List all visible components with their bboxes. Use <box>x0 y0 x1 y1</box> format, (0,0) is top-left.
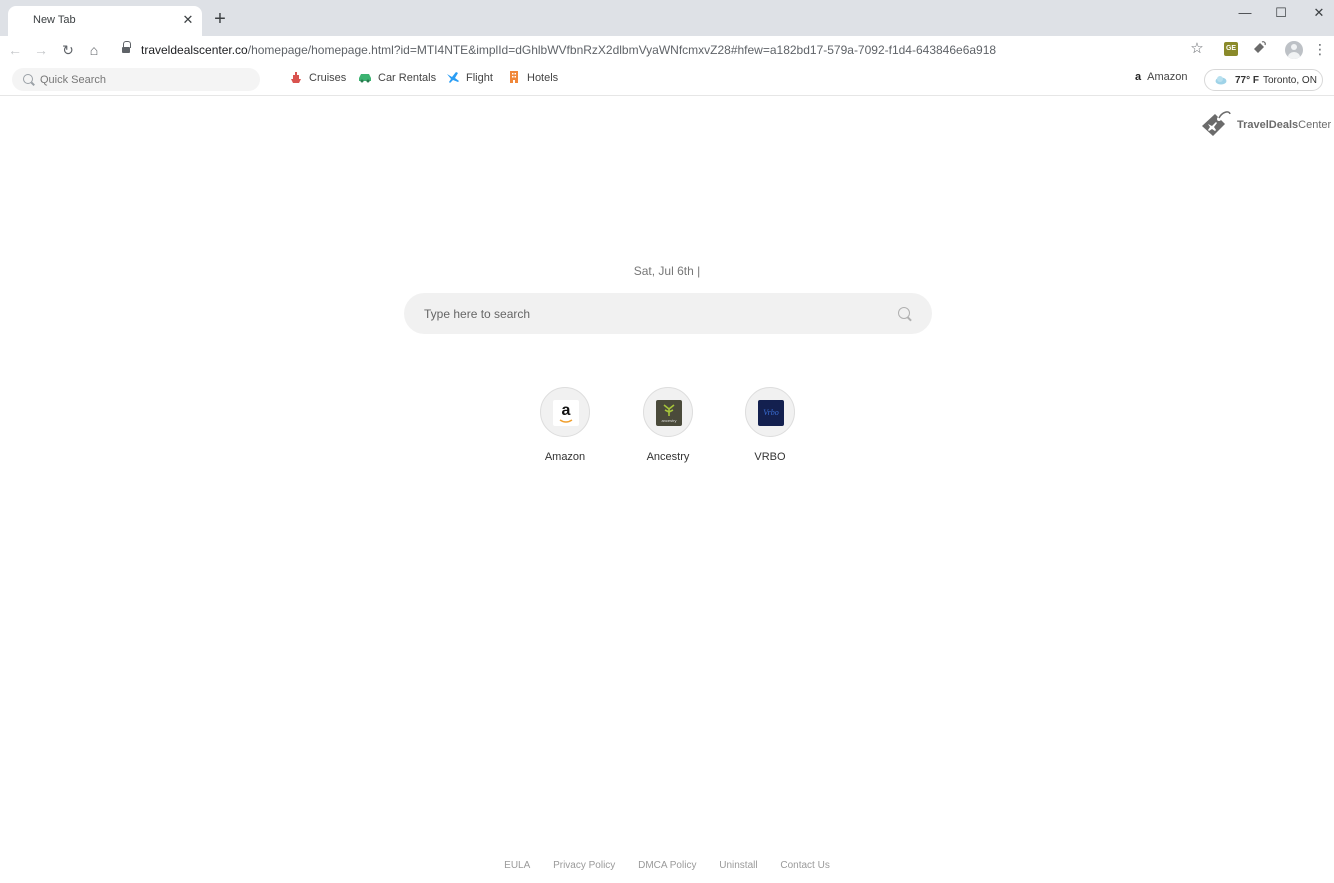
cruise-ship-icon <box>289 70 303 84</box>
travel-tag-icon <box>1199 108 1233 142</box>
hotels-link[interactable]: Hotels <box>507 71 558 89</box>
brand-name: TravelDealsCenter <box>1237 119 1331 131</box>
main-search-box[interactable] <box>404 293 932 334</box>
main-search-input[interactable] <box>424 303 884 325</box>
ancestry-tile[interactable]: ancestry Ancestry <box>623 387 713 467</box>
browser-tab[interactable]: New Tab ✕ <box>8 6 202 36</box>
vrbo-tile-circle[interactable]: Vrbo <box>745 387 795 437</box>
amazon-icon: a <box>1135 71 1142 83</box>
cruises-label: Cruises <box>309 72 347 84</box>
close-window-icon[interactable]: ✕ <box>1306 4 1332 22</box>
extension-toolbar: Cruises Car Rentals Flight Hotels a Amazo… <box>0 64 1334 96</box>
flight-link[interactable]: Flight <box>446 71 493 89</box>
amazon-logo-icon: a <box>553 400 579 426</box>
flight-label: Flight <box>466 72 493 84</box>
weather-temperature: 77° F <box>1235 75 1260 86</box>
extension-icon[interactable]: GE <box>1224 42 1238 56</box>
forward-icon[interactable]: → <box>31 40 51 60</box>
tab-title: New Tab <box>33 14 76 26</box>
lock-icon[interactable] <box>122 41 131 54</box>
cruises-link[interactable]: Cruises <box>289 71 346 89</box>
tab-strip: New Tab ✕ + — ☐ ✕ <box>0 0 1334 36</box>
privacy-policy-link[interactable]: Privacy Policy <box>553 860 615 871</box>
brand-name-rest: Center <box>1298 119 1332 131</box>
hotels-label: Hotels <box>527 72 559 84</box>
url-path: /homepage/homepage.html?id=MTI4NTE&implI… <box>247 43 997 57</box>
quick-search-box[interactable] <box>12 68 260 91</box>
amazon-tile-label: Amazon <box>544 451 586 463</box>
car-rentals-label: Car Rentals <box>378 72 437 84</box>
weather-cloud-icon <box>1215 75 1227 85</box>
current-date: Sat, Jul 6th | <box>633 264 701 278</box>
close-tab-icon[interactable]: ✕ <box>180 12 196 28</box>
amazon-link[interactable]: a Amazon <box>1135 71 1187 83</box>
weather-widget[interactable]: 77° F Toronto, ON <box>1204 69 1323 91</box>
uninstall-link[interactable]: Uninstall <box>719 860 757 871</box>
car-icon <box>358 70 372 84</box>
url-text: traveldealscenter.co/homepage/homepage.h… <box>141 43 996 57</box>
vrbo-tile[interactable]: Vrbo VRBO <box>725 387 815 467</box>
new-tab-icon[interactable]: + <box>210 9 230 29</box>
airplane-icon <box>446 70 460 84</box>
address-bar[interactable]: traveldealscenter.co/homepage/homepage.h… <box>112 38 1212 62</box>
amazon-tile-circle[interactable]: a <box>540 387 590 437</box>
vrbo-tile-label: VRBO <box>754 451 786 463</box>
home-icon[interactable]: ⌂ <box>84 40 104 60</box>
hotel-icon <box>507 70 521 84</box>
vrbo-logo-text: Vrbo <box>763 408 779 417</box>
travel-extension-icon[interactable] <box>1250 40 1268 58</box>
weather-location: Toronto, ON <box>1263 75 1317 86</box>
minimize-icon[interactable]: — <box>1232 4 1258 22</box>
main-search-icon[interactable] <box>898 307 910 319</box>
brand-logo: TravelDealsCenter <box>1199 108 1331 142</box>
ancestry-logo-text: ancestry <box>661 418 677 423</box>
footer: EULA Privacy Policy DMCA Policy Uninstal… <box>0 860 1334 871</box>
profile-avatar-icon[interactable] <box>1285 41 1303 59</box>
amazon-label: Amazon <box>1147 71 1188 83</box>
amazon-tile[interactable]: a Amazon <box>520 387 610 467</box>
quick-search-input[interactable] <box>40 70 250 89</box>
search-icon <box>23 74 33 84</box>
browser-toolbar: ← → ↻ ⌂ traveldealscenter.co/homepage/ho… <box>0 36 1334 64</box>
dmca-policy-link[interactable]: DMCA Policy <box>638 860 696 871</box>
vrbo-logo-icon: Vrbo <box>758 400 784 426</box>
browser-menu-icon[interactable]: ⋮ <box>1312 40 1328 58</box>
brand-name-bold: TravelDeals <box>1237 119 1299 131</box>
car-rentals-link[interactable]: Car Rentals <box>358 71 436 89</box>
url-host: traveldealscenter.co <box>141 43 248 57</box>
contact-us-link[interactable]: Contact Us <box>780 860 829 871</box>
reload-icon[interactable]: ↻ <box>58 40 78 60</box>
ancestry-tile-label: Ancestry <box>646 451 690 463</box>
bookmark-star-icon[interactable]: ☆ <box>1188 40 1206 58</box>
amazon-logo-text: a <box>561 402 571 419</box>
back-icon[interactable]: ← <box>5 40 25 60</box>
ancestry-tile-circle[interactable]: ancestry <box>643 387 693 437</box>
eula-link[interactable]: EULA <box>504 860 530 871</box>
ancestry-logo-icon: ancestry <box>656 400 682 426</box>
maximize-icon[interactable]: ☐ <box>1268 4 1294 22</box>
